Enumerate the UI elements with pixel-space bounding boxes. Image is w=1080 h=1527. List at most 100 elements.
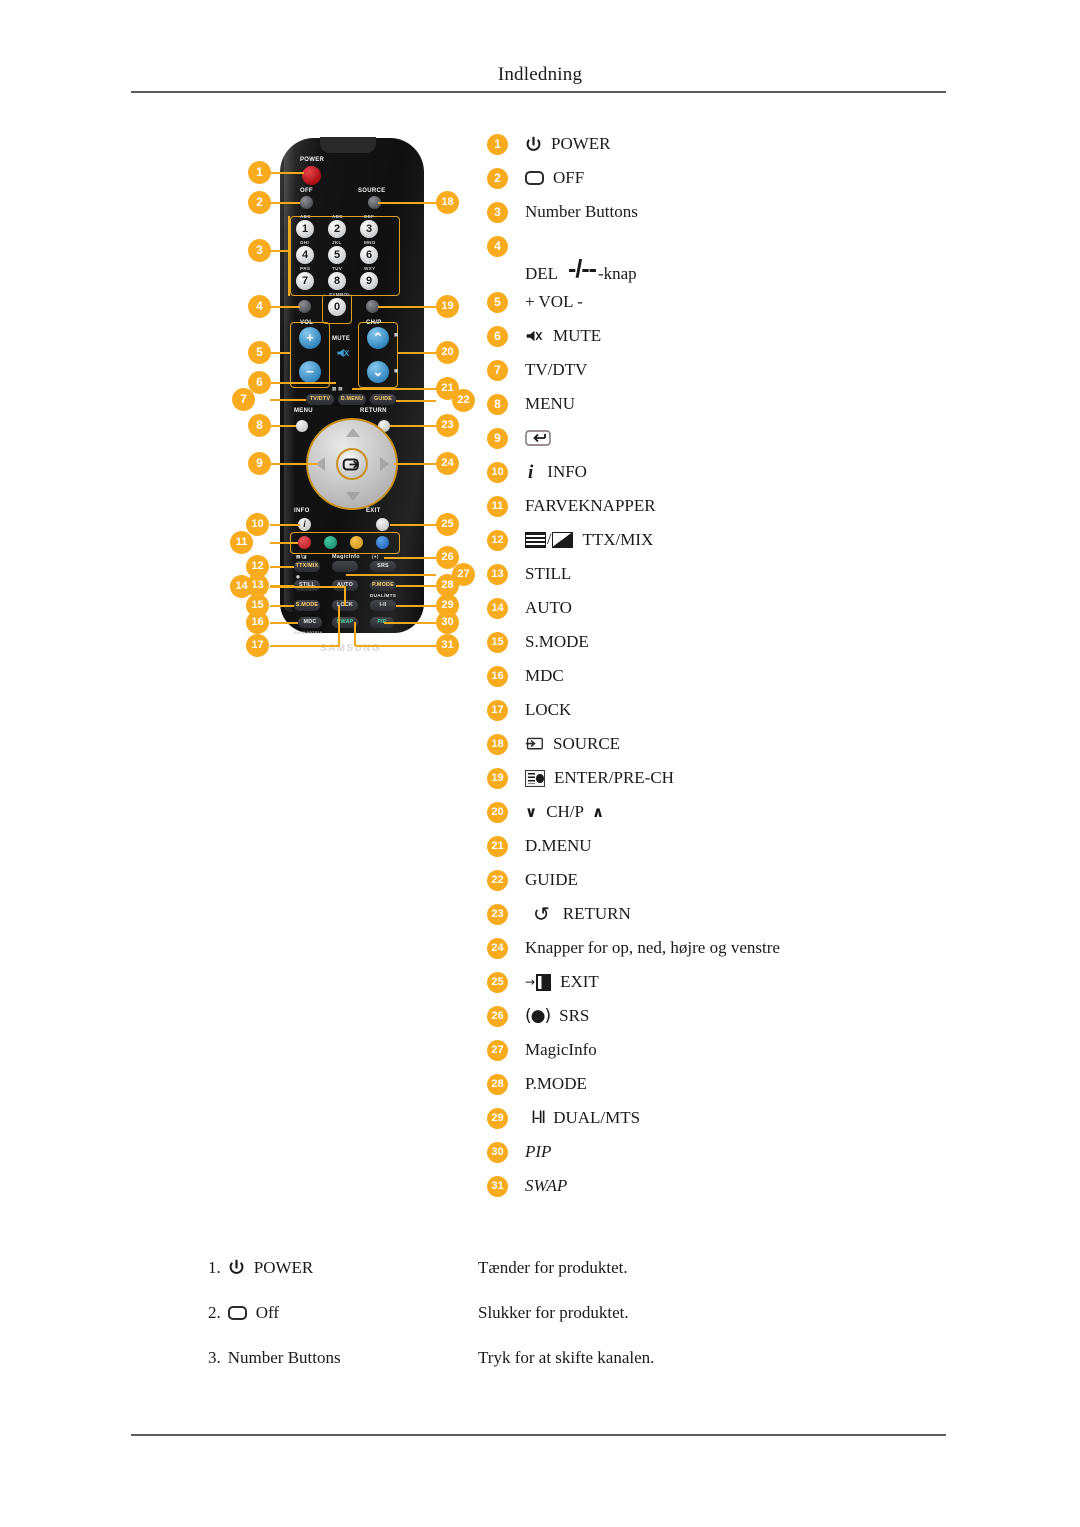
- remote-key-5: 5: [328, 246, 346, 264]
- legend-label-26: SRS: [559, 1006, 590, 1025]
- legend-label-wrap-10: i INFO: [525, 461, 587, 483]
- remote-vol-up-button: +: [299, 327, 321, 349]
- leader-line-31: [356, 645, 436, 647]
- legend-badge-9: 9: [487, 428, 508, 449]
- remote-key-sub-7: PRS: [300, 266, 311, 271]
- leader-line-24: [394, 463, 436, 465]
- callout-8: 8: [248, 414, 271, 437]
- remote-power-button: [302, 166, 321, 185]
- button-description-table: 1. POWER Tænder for produktet. 2. Off Sl…: [208, 1245, 948, 1380]
- remote-magicinfo-button: [332, 561, 358, 572]
- leader-line-17v: [338, 606, 340, 646]
- legend-badge-22: 22: [487, 870, 508, 891]
- legend-label-12: TTX/MIX: [582, 530, 654, 549]
- remote-mute-button: [336, 346, 350, 358]
- callout-19: 19: [436, 295, 459, 318]
- legend-item-5: 5 + VOL -: [487, 291, 957, 325]
- leader-line-27: [346, 574, 436, 576]
- legend-label-6: MUTE: [553, 326, 602, 345]
- legend-badge-1: 1: [487, 134, 508, 155]
- legend-label-wrap-18: SOURCE: [525, 733, 620, 755]
- remote-color-red-button: [298, 536, 311, 549]
- legend-badge-28: 28: [487, 1074, 508, 1095]
- remote-ir-notch: [320, 137, 376, 153]
- legend-badge-3: 3: [487, 202, 508, 223]
- remote-label-power: POWER: [300, 157, 325, 163]
- legend-item-2: 2 OFF: [487, 167, 957, 201]
- remote-exit-button: [376, 518, 389, 531]
- remote-label-source: SOURCE: [358, 188, 386, 194]
- remote-chp-marker-top: ▣: [394, 332, 399, 337]
- legend-label-5: + VOL -: [525, 292, 583, 311]
- callout-18: 18: [436, 191, 459, 214]
- legend-label-4: DEL: [525, 263, 559, 283]
- leader-line-8: [270, 425, 296, 427]
- legend-badge-17: 17: [487, 700, 508, 721]
- callout-5: 5: [248, 341, 271, 364]
- callout-30: 30: [436, 611, 459, 634]
- leader-line-26: [384, 557, 436, 559]
- description-number-2: 2.: [208, 1302, 221, 1322]
- srs-icon: (●): [525, 1006, 551, 1026]
- remote-key0-outline: [322, 294, 352, 324]
- remote-color-green-button: [324, 536, 337, 549]
- remote-color-yellow-button: [350, 536, 363, 549]
- legend-badge-7: 7: [487, 360, 508, 381]
- remote-key-sub-1: ABC: [300, 214, 311, 219]
- callout-24: 24: [436, 452, 459, 475]
- footer-rule: [131, 1434, 946, 1436]
- leader-line-16: [270, 622, 298, 624]
- leader-line-25: [390, 524, 436, 526]
- description-term-3: 3. Number Buttons: [208, 1348, 478, 1368]
- leader-line-15: [270, 605, 294, 607]
- remote-key-sub-6: MNO: [364, 240, 376, 245]
- legend-badge-20: 20: [487, 802, 508, 823]
- legend-badge-5: 5: [487, 292, 508, 313]
- leader-line-2: [270, 202, 300, 204]
- legend-badge-11: 11: [487, 496, 508, 517]
- legend-badge-26: 26: [487, 1006, 508, 1027]
- remote-key-1: 1: [296, 220, 314, 238]
- legend-label-11: FARVEKNAPPER: [525, 496, 656, 515]
- legend-label-wrap-9: [525, 427, 564, 449]
- remote-key-sub-3: DEF: [364, 214, 375, 219]
- legend-badge-6: 6: [487, 326, 508, 347]
- legend-item-26: 26 (●) SRS: [487, 1005, 957, 1039]
- legend-item-16: 16 MDC: [487, 665, 957, 699]
- legend-label-4-suffix: -knap: [597, 263, 637, 283]
- legend-label-wrap-6: MUTE: [525, 325, 601, 347]
- leader-line-7: [270, 399, 306, 401]
- callout-31: 31: [436, 634, 459, 657]
- callout-7: 7: [232, 388, 255, 411]
- legend-item-10: 10 i INFO: [487, 461, 957, 495]
- legend-label-28: P.MODE: [525, 1074, 587, 1093]
- callout-3: 3: [248, 239, 271, 262]
- legend-label-14: AUTO: [525, 598, 572, 617]
- legend-label-wrap-29: I-II DUAL/MTS: [525, 1107, 640, 1129]
- remote-vol-down-button: −: [299, 361, 321, 383]
- legend-badge-12: 12: [487, 530, 508, 551]
- remote-dmenu-button: D.MENU: [338, 394, 366, 405]
- power-icon: [525, 136, 542, 153]
- legend-badge-29: 29: [487, 1108, 508, 1129]
- remote-off-button: [300, 196, 313, 209]
- ttx-mix-icon: /: [525, 529, 574, 551]
- legend-item-27: 27 MagicInfo: [487, 1039, 957, 1073]
- legend-item-12: 12 / TTX/MIX: [487, 529, 957, 563]
- remote-label-chp: CH/P: [366, 320, 382, 326]
- description-label-1: POWER: [253, 1257, 314, 1277]
- legend-item-14: 14 AUTO: [487, 597, 957, 631]
- remote-ch-up-button: ⌃: [367, 327, 389, 349]
- legend-badge-16: 16: [487, 666, 508, 687]
- legend-label-wrap-25: → EXIT: [525, 971, 599, 993]
- description-text-3: Tryk for at skifte kanalen.: [478, 1347, 655, 1367]
- mute-icon: [337, 348, 350, 358]
- legend-label-13: STILL: [525, 564, 572, 583]
- leader-line-14: [270, 586, 344, 588]
- remote-ttx-marker: ▤/◪: [296, 554, 307, 559]
- remote-label-off: OFF: [300, 188, 313, 194]
- off-rect-icon: [525, 171, 544, 185]
- remote-chp-marker-bottom: ▣: [394, 368, 399, 373]
- legend-badge-30: 30: [487, 1142, 508, 1163]
- leader-line-14v: [344, 586, 346, 606]
